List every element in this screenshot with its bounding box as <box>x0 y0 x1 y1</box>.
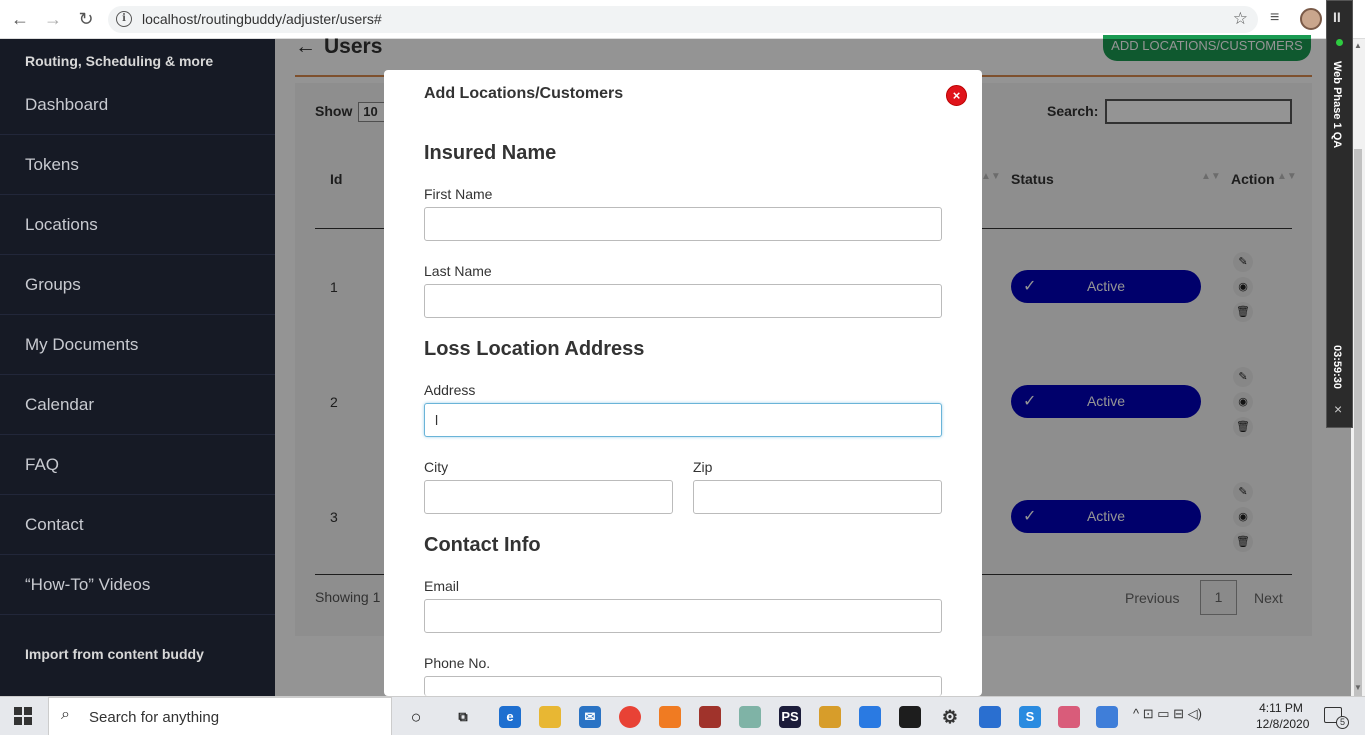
xampp-icon[interactable] <box>659 706 681 728</box>
profile-avatar[interactable] <box>1300 8 1322 30</box>
first-name-field[interactable] <box>424 207 942 241</box>
app-icon[interactable] <box>859 706 881 728</box>
windows-taskbar: ⌕ Search for anything ○ ⧉ e ✉ PS ⚙ S ^ ⊡… <box>0 696 1365 735</box>
browser-toolbar: ← → ↻ i localhost/routingbuddy/adjuster/… <box>0 0 1365 39</box>
url-text[interactable]: localhost/routingbuddy/adjuster/users# <box>142 11 382 27</box>
sidebar-item-locations[interactable]: Locations <box>0 195 275 255</box>
pause-icon[interactable]: II <box>1333 9 1341 25</box>
app-icon[interactable] <box>979 706 1001 728</box>
search-icon: ⌕ <box>61 706 70 723</box>
star-icon[interactable]: ☆ <box>1233 9 1248 29</box>
close-icon[interactable]: × <box>946 85 967 106</box>
mail-icon[interactable]: ✉ <box>579 706 601 728</box>
sidebar-item-how-to-videos[interactable]: “How-To” Videos <box>0 555 275 615</box>
address-label: Address <box>424 382 476 398</box>
skype-icon[interactable]: S <box>1019 706 1041 728</box>
recorder-widget: II Web Phase 1 QA 03:59:30 × <box>1326 0 1353 428</box>
insured-name-heading: Insured Name <box>424 142 557 164</box>
recorder-timer: 03:59:30 <box>1331 345 1343 390</box>
app-icon[interactable] <box>819 706 841 728</box>
app-icon[interactable] <box>1096 706 1118 728</box>
sidebar-item-tokens[interactable]: Tokens <box>0 135 275 195</box>
recorder-label: Web Phase 1 QA <box>1331 61 1343 149</box>
cortana-icon[interactable]: ○ <box>405 706 427 728</box>
sidebar-item-my-documents[interactable]: My Documents <box>0 315 275 375</box>
task-view-icon[interactable]: ⧉ <box>452 706 474 728</box>
back-icon[interactable]: ← <box>10 9 30 29</box>
email-label: Email <box>424 578 460 594</box>
sticky-notes-icon[interactable] <box>899 706 921 728</box>
taskbar-search-placeholder: Search for anything <box>89 709 220 726</box>
sidebar-menu: Dashboard Tokens Locations Groups My Doc… <box>0 75 275 615</box>
city-label: City <box>424 459 449 475</box>
close-icon[interactable]: × <box>1334 401 1342 417</box>
clock-time: 4:11 PM <box>1259 701 1303 715</box>
email-field[interactable] <box>424 599 942 633</box>
zip-label: Zip <box>693 459 713 475</box>
last-name-label: Last Name <box>424 263 492 279</box>
taskbar-clock[interactable]: 4:11 PM 12/8/2020 <box>1256 700 1310 732</box>
clock-date: 12/8/2020 <box>1256 717 1310 731</box>
add-locations-modal: Add Locations/Customers × Insured Name F… <box>384 70 982 696</box>
sidebar-item-dashboard[interactable]: Dashboard <box>0 75 275 135</box>
info-icon[interactable]: i <box>116 11 132 27</box>
app-icon[interactable] <box>1058 706 1080 728</box>
sidebar: Routing, Scheduling & more Dashboard Tok… <box>0 39 275 696</box>
taskbar-search[interactable]: ⌕ Search for anything <box>48 697 392 735</box>
file-explorer-icon[interactable] <box>539 706 561 728</box>
scroll-up-icon[interactable]: ▲ <box>1354 41 1362 50</box>
loss-location-heading: Loss Location Address <box>424 338 645 360</box>
zip-field[interactable] <box>693 480 942 514</box>
last-name-field[interactable] <box>424 284 942 318</box>
sidebar-item-import[interactable]: Import from content buddy <box>25 646 204 662</box>
recording-indicator <box>1336 39 1343 46</box>
sidebar-item-calendar[interactable]: Calendar <box>0 375 275 435</box>
page-scrollbar[interactable]: ▲ ▼ <box>1351 39 1365 719</box>
windows-start-icon[interactable] <box>14 707 32 725</box>
phpstorm-icon[interactable]: PS <box>779 706 801 728</box>
chrome-icon[interactable] <box>619 706 641 728</box>
scroll-down-icon[interactable]: ▼ <box>1354 683 1362 692</box>
reading-list-icon[interactable]: ≡ <box>1270 9 1279 27</box>
sidebar-item-groups[interactable]: Groups <box>0 255 275 315</box>
phone-label: Phone No. <box>424 655 491 671</box>
contact-info-heading: Contact Info <box>424 534 541 556</box>
system-tray-icons[interactable]: ^ ⊡ ▭ ⊟ ◁) <box>1133 706 1202 722</box>
notification-count: 5 <box>1336 716 1349 729</box>
phone-field[interactable] <box>424 676 942 696</box>
address-field[interactable]: l <box>424 403 942 437</box>
sidebar-item-faq[interactable]: FAQ <box>0 435 275 495</box>
gear-icon[interactable]: ⚙ <box>939 706 961 728</box>
edge-icon[interactable]: e <box>499 706 521 728</box>
scrollbar-thumb[interactable] <box>1354 149 1362 719</box>
app-icon[interactable] <box>739 706 761 728</box>
forward-icon[interactable]: → <box>43 9 63 29</box>
city-field[interactable] <box>424 480 673 514</box>
winrar-icon[interactable] <box>699 706 721 728</box>
sidebar-brand: Routing, Scheduling & more <box>25 53 214 69</box>
address-bar[interactable]: i localhost/routingbuddy/adjuster/users#… <box>108 6 1258 33</box>
modal-title: Add Locations/Customers <box>424 85 624 102</box>
sidebar-item-contact[interactable]: Contact <box>0 495 275 555</box>
reload-icon[interactable]: ↻ <box>76 9 96 29</box>
first-name-label: First Name <box>424 186 493 202</box>
